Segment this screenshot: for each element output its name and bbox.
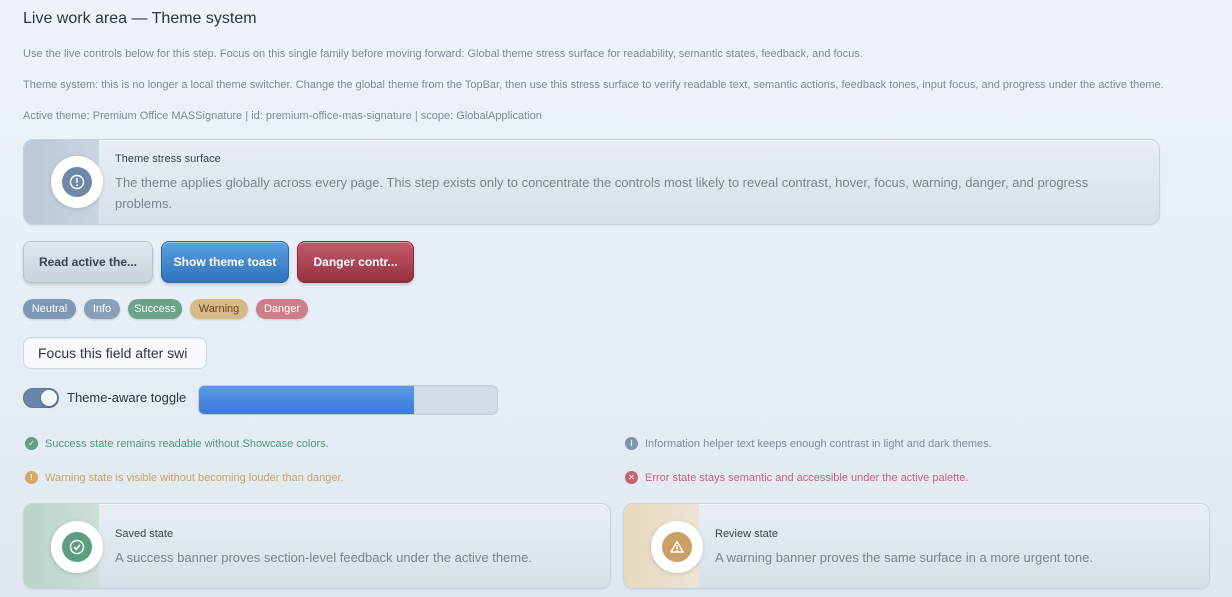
review-state-banner: Review state A warning banner proves the… (623, 503, 1210, 589)
banner-text: A success banner proves section-level fe… (115, 550, 532, 565)
banner-title: Saved state (115, 528, 174, 540)
badge-info: Info (84, 299, 120, 319)
active-theme-text: Active theme: Premium Office MASSignatur… (23, 110, 542, 122)
toggle-knob (41, 390, 57, 406)
focus-test-input[interactable] (23, 337, 207, 369)
saved-state-banner: Saved state A success banner proves sect… (23, 503, 611, 589)
info-icon: i (625, 437, 638, 450)
stress-surface-banner: Theme stress surface The theme applies g… (23, 139, 1160, 225)
success-helper-text: Success state remains readable without S… (45, 437, 329, 450)
banner-icon-wrap (651, 521, 703, 573)
theme-aware-toggle[interactable] (23, 388, 59, 408)
warning-helper: ! Warning state is visible without becom… (25, 471, 344, 484)
banner-text: A warning banner proves the same surface… (715, 550, 1093, 565)
warning-icon: ! (25, 471, 38, 484)
page-title: Live work area — Theme system (23, 10, 257, 27)
banner-title: Review state (715, 528, 778, 540)
badge-neutral: Neutral (23, 299, 76, 319)
badge-success: Success (128, 299, 182, 319)
banner-title: Theme stress surface (115, 153, 221, 165)
info-helper-text: Information helper text keeps enough con… (645, 437, 992, 450)
warning-triangle-icon (662, 532, 692, 562)
banner-icon-wrap (51, 521, 103, 573)
error-icon: ✕ (625, 471, 638, 484)
info-icon (62, 167, 92, 197)
show-theme-toast-button[interactable]: Show theme toast (161, 241, 289, 283)
success-helper: ✓ Success state remains readable without… (25, 437, 329, 450)
badge-danger: Danger (256, 299, 308, 319)
error-helper-text: Error state stays semantic and accessibl… (645, 471, 969, 484)
instructions-text: Use the live controls below for this ste… (23, 48, 863, 60)
toggle-label: Theme-aware toggle (67, 390, 187, 405)
theme-note-text: Theme system: this is no longer a local … (23, 79, 1164, 91)
banner-icon-wrap (51, 156, 103, 208)
warning-helper-text: Warning state is visible without becomin… (45, 471, 344, 484)
success-check-icon: ✓ (25, 437, 38, 450)
error-helper: ✕ Error state stays semantic and accessi… (625, 471, 968, 484)
danger-control-button[interactable]: Danger contr... (297, 241, 414, 283)
read-active-theme-button[interactable]: Read active the... (23, 241, 153, 283)
badge-warning: Warning (190, 299, 248, 319)
progress-bar (198, 385, 498, 415)
banner-text: The theme applies globally across every … (115, 175, 1089, 211)
progress-fill (199, 386, 414, 414)
check-circle-icon (62, 532, 92, 562)
info-helper: i Information helper text keeps enough c… (625, 437, 992, 450)
